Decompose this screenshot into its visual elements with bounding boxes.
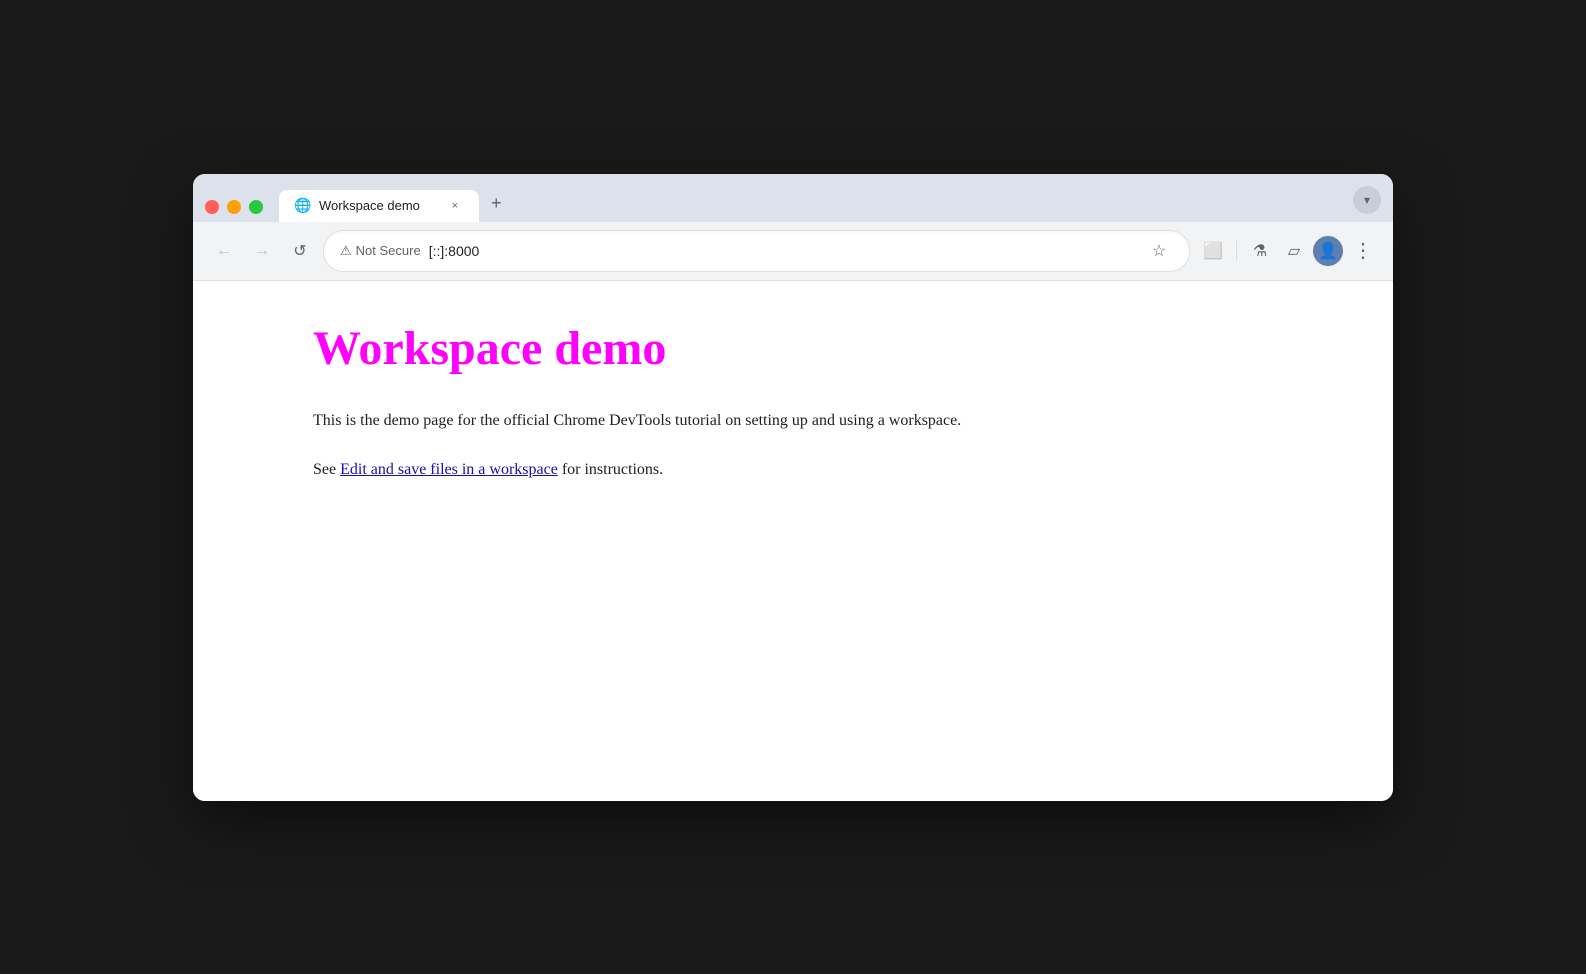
active-tab[interactable]: 🌐 Workspace demo × bbox=[279, 190, 479, 222]
forward-button[interactable]: → bbox=[247, 236, 277, 266]
warning-icon: ⚠ bbox=[340, 243, 352, 259]
new-tab-button[interactable]: + bbox=[479, 185, 514, 222]
link-suffix-text: for instructions. bbox=[558, 461, 663, 478]
tab-title: Workspace demo bbox=[319, 198, 439, 213]
traffic-lights bbox=[205, 200, 263, 222]
profile-button[interactable]: 👤 bbox=[1313, 236, 1343, 266]
minimize-button[interactable] bbox=[227, 200, 241, 214]
page-content: Workspace demo This is the demo page for… bbox=[193, 281, 1393, 801]
url-display: [::]:8000 bbox=[429, 243, 1137, 259]
tab-list-dropdown: ▾ bbox=[1353, 186, 1381, 222]
security-label: Not Secure bbox=[356, 243, 421, 258]
tab-close-button[interactable]: × bbox=[447, 198, 463, 214]
nav-actions: ⬜ ⚗ ▱ 👤 ⋮ bbox=[1198, 236, 1377, 266]
browser-window: 🌐 Workspace demo × + ▾ ← → ↺ ⚠ Not Secur… bbox=[193, 174, 1393, 801]
close-button[interactable] bbox=[205, 200, 219, 214]
page-heading: Workspace demo bbox=[313, 321, 1313, 376]
page-link-line: See Edit and save files in a workspace f… bbox=[313, 457, 1313, 483]
address-bar[interactable]: ⚠ Not Secure [::]:8000 ☆ bbox=[323, 230, 1190, 272]
tab-bar: 🌐 Workspace demo × + ▾ bbox=[193, 174, 1393, 222]
navigation-bar: ← → ↺ ⚠ Not Secure [::]:8000 ☆ ⬜ ⚗ ▱ 👤 ⋮ bbox=[193, 222, 1393, 281]
nav-divider bbox=[1236, 241, 1237, 261]
extensions-button[interactable]: ⬜ bbox=[1198, 236, 1228, 266]
more-menu-button[interactable]: ⋮ bbox=[1347, 236, 1377, 266]
maximize-button[interactable] bbox=[249, 200, 263, 214]
tab-favicon-icon: 🌐 bbox=[295, 198, 311, 214]
security-warning: ⚠ Not Secure bbox=[340, 243, 421, 259]
tab-dropdown-button[interactable]: ▾ bbox=[1353, 186, 1381, 214]
back-button[interactable]: ← bbox=[209, 236, 239, 266]
reload-button[interactable]: ↺ bbox=[285, 236, 315, 266]
link-prefix-text: See bbox=[313, 461, 340, 478]
workspace-link[interactable]: Edit and save files in a workspace bbox=[340, 461, 558, 478]
labs-button[interactable]: ⚗ bbox=[1245, 236, 1275, 266]
sidebar-button[interactable]: ▱ bbox=[1279, 236, 1309, 266]
bookmark-button[interactable]: ☆ bbox=[1145, 237, 1173, 265]
page-description: This is the demo page for the official C… bbox=[313, 408, 1313, 434]
